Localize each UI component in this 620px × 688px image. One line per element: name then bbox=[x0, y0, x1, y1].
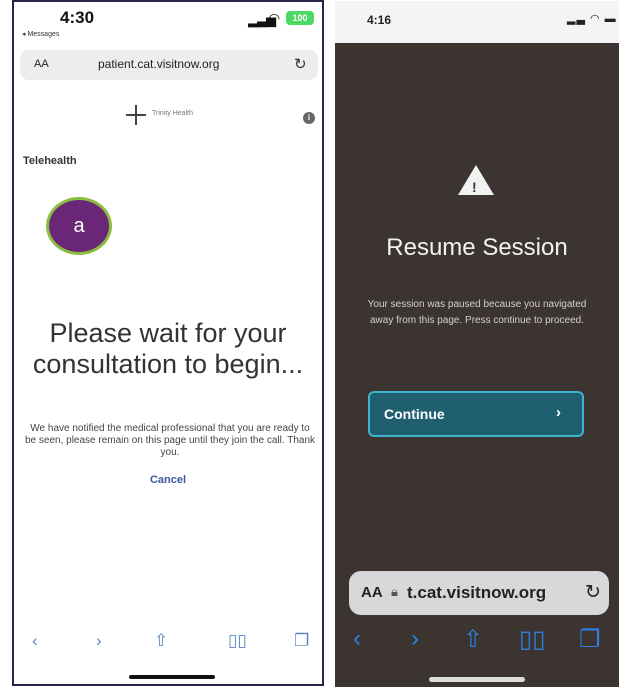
back-to-app-link[interactable]: ◂ Messages bbox=[22, 30, 59, 38]
status-time: 4:30 bbox=[60, 8, 95, 27]
reader-settings-button[interactable]: AA bbox=[34, 58, 49, 70]
logo-text: Trinity Health bbox=[152, 110, 193, 117]
waiting-heading: Please wait for your consultation to beg… bbox=[32, 318, 304, 379]
section-label: Telehealth bbox=[23, 155, 77, 167]
browser-toolbar: ‹ › ⇧ ▯▯ ❐ bbox=[14, 622, 322, 672]
browser-toolbar: ‹ › ⇧ ▯▯ ❐ bbox=[335, 623, 619, 673]
brand-logo: Trinity Health bbox=[126, 105, 226, 125]
chevron-right-icon[interactable]: › bbox=[96, 631, 102, 651]
resume-message: Your session was paused because you navi… bbox=[367, 299, 587, 326]
wifi-icon: ◠ bbox=[268, 10, 281, 26]
address-url[interactable]: t.cat.visitnow.org bbox=[407, 583, 546, 603]
annotation-marker: a bbox=[46, 197, 112, 255]
status-icons: ▂▃ ◠ ▬ bbox=[567, 13, 617, 25]
cross-logo-icon bbox=[126, 105, 146, 125]
right-phone-screen: 4:16 ▂▃ ◠ ▬ ! Resume Session Your sessio… bbox=[335, 1, 619, 687]
address-bar[interactable]: AA 🔒︎ t.cat.visitnow.org ↻ bbox=[349, 571, 609, 615]
reload-icon[interactable]: ↻ bbox=[294, 55, 307, 73]
tabs-icon[interactable]: ❐ bbox=[294, 631, 309, 651]
status-bar: 4:30 ◂ Messages ▂▃▅ ◠ 100 bbox=[14, 2, 322, 46]
reader-settings-button[interactable]: AA bbox=[361, 584, 383, 601]
warning-exclamation-icon: ! bbox=[472, 179, 477, 195]
book-icon[interactable]: ▯▯ bbox=[228, 631, 247, 651]
home-indicator bbox=[429, 677, 525, 682]
address-bar[interactable]: AA patient.cat.visitnow.org ↻ bbox=[20, 50, 318, 80]
cancel-button[interactable]: Cancel bbox=[14, 474, 322, 486]
book-icon[interactable]: ▯▯ bbox=[519, 625, 545, 654]
chevron-right-icon[interactable]: › bbox=[411, 625, 419, 653]
resume-title: Resume Session bbox=[386, 234, 568, 261]
share-icon[interactable]: ⇧ bbox=[154, 631, 168, 651]
continue-button[interactable]: Continue › bbox=[368, 391, 584, 437]
status-bar: 4:16 ▂▃ ◠ ▬ bbox=[335, 1, 619, 43]
address-url[interactable]: patient.cat.visitnow.org bbox=[98, 57, 219, 71]
waiting-message: We have notified the medical professiona… bbox=[25, 423, 315, 458]
battery-icon: 100 bbox=[286, 11, 314, 25]
chevron-right-icon: › bbox=[556, 404, 561, 421]
continue-label: Continue bbox=[384, 406, 445, 422]
chevron-left-icon[interactable]: ‹ bbox=[353, 625, 361, 653]
lock-icon: 🔒︎ bbox=[391, 584, 398, 599]
share-icon[interactable]: ⇧ bbox=[463, 625, 483, 654]
status-time: 4:16 bbox=[367, 13, 392, 27]
chevron-left-icon[interactable]: ‹ bbox=[32, 631, 38, 651]
info-icon[interactable]: i bbox=[303, 112, 315, 124]
tabs-icon[interactable]: ❐ bbox=[579, 625, 601, 654]
reload-icon[interactable]: ↻ bbox=[585, 581, 601, 604]
home-indicator bbox=[129, 675, 215, 679]
left-phone-screen: 4:30 ◂ Messages ▂▃▅ ◠ 100 AA patient.cat… bbox=[12, 0, 324, 686]
